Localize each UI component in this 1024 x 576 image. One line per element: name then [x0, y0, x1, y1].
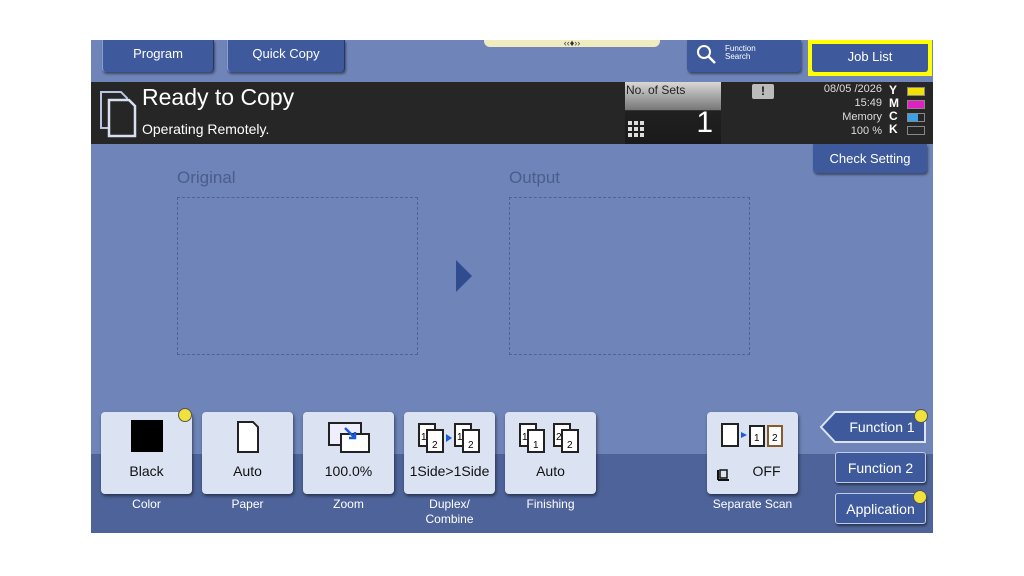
- job-list-button[interactable]: Job List: [808, 40, 932, 76]
- black-square-icon: [130, 420, 163, 452]
- svg-text:1: 1: [522, 432, 528, 443]
- color-caption: Color: [132, 497, 161, 511]
- keypad-icon: [628, 121, 644, 137]
- output-label: Output: [509, 168, 561, 187]
- top-bar: ‹‹♦›› Program Quick Copy Function Search…: [91, 40, 933, 82]
- toner-bar-y: [907, 87, 925, 96]
- svg-text:2: 2: [556, 432, 562, 443]
- sets-label: No. of Sets: [626, 83, 686, 97]
- duplex-icon: 1 2 1 2: [417, 423, 480, 453]
- svg-text:1: 1: [421, 432, 427, 443]
- original-preview-area: [177, 197, 418, 355]
- function-search-line2: Search: [725, 52, 751, 61]
- paper-button[interactable]: Auto: [202, 412, 293, 494]
- function-2-button[interactable]: Function 2: [835, 452, 926, 483]
- finishing-icon: 1 1 2 2: [518, 423, 579, 453]
- status-bar: Ready to Copy Operating Remotely. No. of…: [91, 82, 933, 144]
- search-icon: [697, 45, 716, 64]
- color-button[interactable]: Black: [101, 412, 192, 494]
- alert-icon[interactable]: !: [752, 84, 774, 99]
- indicator-dot-icon: [913, 490, 927, 504]
- number-of-sets[interactable]: No. of Sets 1: [625, 82, 721, 144]
- function-search-label: Function Search: [725, 45, 756, 61]
- duplex-caption: Duplex/ Combine: [425, 497, 474, 526]
- paper-value: Auto: [233, 463, 262, 479]
- toner-bar-k: [907, 126, 925, 135]
- panel-handle[interactable]: ‹‹♦››: [484, 40, 660, 48]
- toner-bar-m: [907, 100, 925, 109]
- status-subtitle: Operating Remotely.: [142, 121, 270, 137]
- svg-text:2: 2: [772, 433, 778, 444]
- toner-row-k: K: [887, 123, 931, 136]
- quick-copy-label: Quick Copy: [252, 46, 320, 61]
- arrow-right-icon: [456, 260, 472, 292]
- program-button[interactable]: Program: [102, 40, 214, 72]
- svg-text:1: 1: [533, 440, 539, 451]
- svg-text:2: 2: [567, 440, 573, 451]
- duplex-value: 1Side>1Side: [409, 463, 490, 479]
- duplex-combine-button[interactable]: 1 2 1 2 1Side>1Side: [404, 412, 495, 494]
- separate-scan-caption: Separate Scan: [712, 497, 793, 511]
- toner-letter: K: [889, 122, 898, 136]
- finishing-value: Auto: [536, 463, 565, 479]
- sets-value: 1: [696, 106, 713, 139]
- status-title: Ready to Copy: [142, 84, 295, 110]
- toner-levels: Y M C K: [887, 84, 931, 136]
- color-value: Black: [129, 463, 164, 479]
- svg-text:1: 1: [754, 433, 760, 444]
- zoom-icon: [327, 422, 370, 453]
- indicator-dot-icon: [914, 409, 928, 423]
- svg-text:2: 2: [432, 440, 438, 451]
- memory-value: 100 %: [850, 125, 882, 137]
- date-text: 08/05 /2026: [823, 83, 882, 95]
- original-label: Original: [177, 168, 236, 187]
- paper-sheet-icon: [236, 421, 259, 453]
- date-time-memory: 08/05 /2026 15:49 Memory 100 %: [791, 82, 882, 138]
- finishing-caption: Finishing: [526, 497, 575, 511]
- time-text: 15:49: [854, 97, 882, 109]
- paper-caption: Paper: [231, 497, 264, 511]
- program-label: Program: [133, 46, 183, 61]
- zoom-caption: Zoom: [333, 497, 364, 511]
- svg-text:2: 2: [468, 440, 474, 451]
- finishing-button[interactable]: 1 1 2 2 Auto: [505, 412, 596, 494]
- zoom-button[interactable]: 100.0%: [303, 412, 394, 494]
- function-search-button[interactable]: Function Search: [687, 40, 801, 72]
- quick-copy-button[interactable]: Quick Copy: [227, 40, 345, 72]
- indicator-dot-icon: [178, 408, 192, 422]
- memory-label: Memory: [842, 111, 882, 123]
- separate-scan-button[interactable]: 1 2 OFF: [707, 412, 798, 494]
- zoom-value: 100.0%: [324, 463, 373, 479]
- check-setting-button[interactable]: Check Setting: [813, 144, 927, 173]
- svg-text:1: 1: [457, 432, 463, 443]
- copy-document-icon: [100, 91, 137, 138]
- separate-scan-icon: 1 2: [720, 423, 783, 447]
- separate-scan-value: OFF: [752, 463, 781, 479]
- job-list-label: Job List: [812, 44, 928, 72]
- toner-bar-c: [907, 113, 925, 122]
- output-preview-area: [509, 197, 750, 355]
- copier-screen: ‹‹♦›› Program Quick Copy Function Search…: [91, 40, 933, 533]
